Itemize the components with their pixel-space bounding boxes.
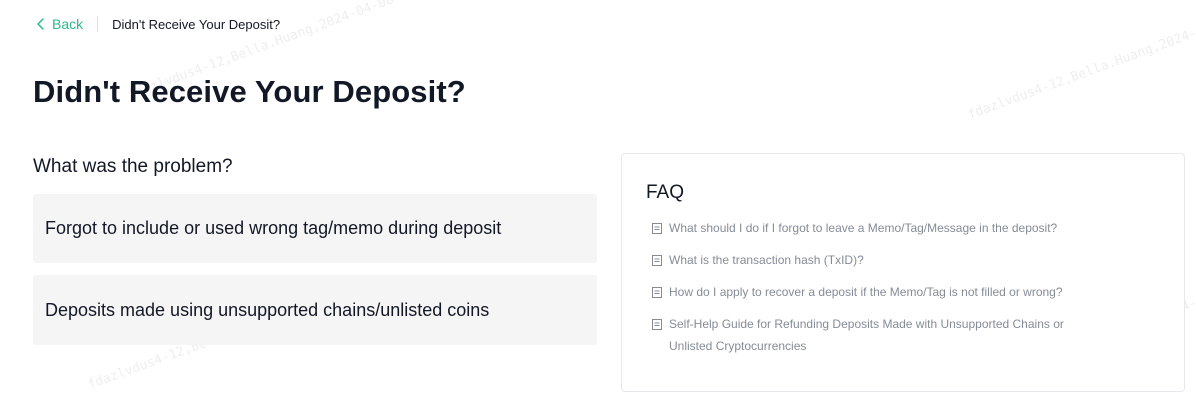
- faq-item-label: Self-Help Guide for Refunding Deposits M…: [669, 317, 1064, 353]
- problem-heading: What was the problem?: [33, 156, 233, 177]
- document-icon: [652, 287, 662, 298]
- faq-item-label: What is the transaction hash (TxID)?: [669, 253, 864, 267]
- faq-card: FAQ What should I do if I forgot to leav…: [621, 153, 1185, 392]
- document-icon: [652, 223, 662, 234]
- faq-item[interactable]: What should I do if I forgot to leave a …: [652, 217, 1164, 239]
- faq-item[interactable]: How do I apply to recover a deposit if t…: [652, 281, 1164, 303]
- problem-option-wrong-memo[interactable]: Forgot to include or used wrong tag/memo…: [33, 194, 597, 263]
- breadcrumb: Back Didn't Receive Your Deposit?: [36, 14, 280, 34]
- faq-item-label: What should I do if I forgot to leave a …: [669, 221, 1058, 235]
- problem-option-unsupported-chain[interactable]: Deposits made using unsupported chains/u…: [33, 275, 597, 345]
- faq-item-label: How do I apply to recover a deposit if t…: [669, 285, 1063, 299]
- faq-title: FAQ: [646, 182, 685, 203]
- problem-option-label: Deposits made using unsupported chains/u…: [45, 299, 490, 320]
- chevron-left-icon: [37, 18, 44, 30]
- watermark: fdazlvdus4-12,Bella.Huang,2024-04-08: [965, 12, 1196, 123]
- faq-item[interactable]: Self-Help Guide for Refunding Deposits M…: [652, 313, 1164, 357]
- problem-option-label: Forgot to include or used wrong tag/memo…: [45, 218, 502, 238]
- document-icon: [652, 255, 662, 266]
- document-icon: [652, 319, 662, 330]
- back-button[interactable]: Back: [36, 16, 83, 32]
- faq-list: What should I do if I forgot to leave a …: [652, 217, 1164, 367]
- back-label: Back: [52, 16, 84, 32]
- breadcrumb-current: Didn't Receive Your Deposit?: [112, 16, 281, 32]
- breadcrumb-divider: [97, 16, 99, 32]
- page-title: Didn't Receive Your Deposit?: [33, 74, 466, 109]
- faq-item[interactable]: What is the transaction hash (TxID)?: [652, 249, 1164, 271]
